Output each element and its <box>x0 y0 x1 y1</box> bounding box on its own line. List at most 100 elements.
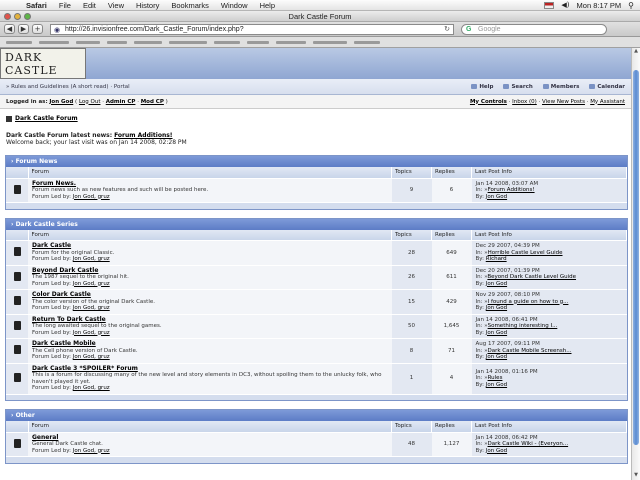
last-post-author-link[interactable]: Jon God <box>486 330 507 336</box>
forum-read-status-icon <box>13 320 21 330</box>
bookmark-item[interactable] <box>76 40 100 44</box>
bookmark-item[interactable] <box>6 40 32 44</box>
last-post-thread-link[interactable]: Dark Castle Mobile Screensh... <box>488 348 572 354</box>
admin-cp-link[interactable]: Admin CP <box>106 99 136 105</box>
search-link[interactable]: Search <box>503 84 533 90</box>
vertical-scrollbar[interactable]: ▲ ▼ <box>631 48 640 480</box>
last-post-author-link[interactable]: Jon God <box>486 281 507 287</box>
bookmark-item[interactable] <box>247 40 269 44</box>
inbox-link[interactable]: Inbox (0) <box>512 99 537 105</box>
breadcrumb-home-link[interactable]: Dark Castle Forum <box>15 115 78 122</box>
moderators-link[interactable]: Jon God, gruz <box>73 448 110 454</box>
last-post-author-link[interactable]: Jon God <box>486 448 507 454</box>
last-post-author-link[interactable]: Jon God <box>486 382 507 388</box>
last-post-thread-link[interactable]: I found a guide on how to g... <box>488 299 569 305</box>
moderators-link[interactable]: Jon God, gruz <box>73 281 110 287</box>
add-bookmark-button[interactable]: + <box>32 24 43 34</box>
last-post-cell: Nov 29 2007, 08:10 PM In: »I found a guid… <box>471 289 627 314</box>
menu-view[interactable]: View <box>102 1 130 10</box>
forum-status-cell <box>6 313 28 339</box>
moderators-link[interactable]: Jon God, gruz <box>73 330 110 336</box>
last-post-thread-link[interactable]: Rules <box>488 375 503 381</box>
scroll-up-arrow-icon[interactable]: ▲ <box>632 48 640 56</box>
reload-icon[interactable]: ↻ <box>444 25 450 34</box>
scroll-down-arrow-icon[interactable]: ▼ <box>632 472 640 480</box>
forum-name-link[interactable]: General <box>32 434 58 441</box>
header-topics: Topics <box>391 229 432 241</box>
forward-button[interactable]: ▶ <box>18 24 29 34</box>
last-post-thread-link[interactable]: Forum Additions! <box>488 187 535 193</box>
menu-app[interactable]: Safari <box>20 1 53 10</box>
forum-name-link[interactable]: Forum News. <box>32 180 76 187</box>
user-bar: Logged in as: Jon God ( Log Out · Admin … <box>0 95 631 109</box>
forum-name-link[interactable]: Color Dark Castle <box>32 291 91 298</box>
username-link[interactable]: Jon God <box>49 99 73 105</box>
back-button[interactable]: ◀ <box>4 24 15 34</box>
forum-name-link[interactable]: Dark Castle 3 *SPOILER* Forum <box>32 365 138 372</box>
last-post-thread-link[interactable]: Dark Castle Wiki - (Everyon... <box>488 441 569 447</box>
forum-name-link[interactable]: Dark Castle Mobile <box>32 340 96 347</box>
menubar-clock[interactable]: Mon 8:17 PM <box>577 1 622 10</box>
last-post-author-link[interactable]: Richard <box>486 256 507 262</box>
zoom-window-icon[interactable] <box>24 13 31 20</box>
menu-help[interactable]: Help <box>254 1 281 10</box>
scroll-thumb[interactable] <box>633 70 639 445</box>
moderators-link[interactable]: Jon God, gruz <box>73 305 110 311</box>
menu-file[interactable]: File <box>53 1 77 10</box>
help-link[interactable]: Help <box>471 84 493 90</box>
moderators-link[interactable]: Jon God, gruz <box>73 256 110 262</box>
volume-icon[interactable]: ◀) <box>561 1 569 9</box>
search-field[interactable]: G Google <box>461 23 607 35</box>
moderators-link[interactable]: Jon God, gruz <box>73 194 110 200</box>
category-block: › Dark Castle Series Forum Topics Replies La… <box>5 217 628 401</box>
category-header[interactable]: › Other <box>6 410 627 421</box>
bookmark-item[interactable] <box>39 40 69 44</box>
forum-logo[interactable]: DARK CASTLE <box>0 48 86 79</box>
category-header[interactable]: › Dark Castle Series <box>6 218 627 230</box>
bookmark-item[interactable] <box>313 40 347 44</box>
new-posts-link[interactable]: View New Posts <box>542 99 585 105</box>
forum-name-link[interactable]: Dark Castle <box>32 242 71 249</box>
forum-name-link[interactable]: Return To Dark Castle <box>32 316 106 323</box>
table-header-row: Forum Topics Replies Last Post Info <box>6 167 627 178</box>
menu-edit[interactable]: Edit <box>77 1 102 10</box>
logout-link[interactable]: Log Out <box>79 99 101 105</box>
members-link[interactable]: Members <box>542 84 579 90</box>
header-icon-cell <box>6 421 29 432</box>
menu-window[interactable]: Window <box>215 1 254 10</box>
moderators-link[interactable]: Jon God, gruz <box>73 385 110 391</box>
portal-link[interactable]: Portal <box>114 84 130 90</box>
last-post-thread-link[interactable]: Something interesting I... <box>488 323 558 329</box>
last-post-author-link[interactable]: Jon God <box>486 354 507 360</box>
bookmark-item[interactable] <box>276 40 306 44</box>
forum-cell: Color Dark Castle The color version of th… <box>28 289 392 314</box>
input-flag-icon[interactable] <box>544 1 555 9</box>
forum-led-label: Forum Led by: <box>32 447 71 454</box>
assistant-link[interactable]: My Assistant <box>590 99 625 105</box>
calendar-link[interactable]: Calendar <box>589 84 625 90</box>
forum-table: Forum Topics Replies Last Post Info Dark Cas… <box>6 229 627 400</box>
moderators-link[interactable]: Jon God, gruz <box>73 354 110 360</box>
bookmark-item[interactable] <box>214 40 240 44</box>
bookmark-item[interactable] <box>169 40 207 44</box>
menu-history[interactable]: History <box>130 1 165 10</box>
last-post-thread-link[interactable]: Beyond Dark Castle Level Guide <box>487 274 576 280</box>
bookmark-item[interactable] <box>354 40 380 44</box>
last-post-author-link[interactable]: Jon God <box>486 305 507 311</box>
last-post-thread-link[interactable]: Horrible Castle Level Guide <box>488 250 563 256</box>
forum-status-cell <box>6 240 28 265</box>
last-post-author-link[interactable]: Jon God <box>486 194 507 200</box>
bookmark-item[interactable] <box>134 40 162 44</box>
category-header[interactable]: › Forum News <box>6 156 627 167</box>
minimize-window-icon[interactable] <box>14 13 21 20</box>
close-window-icon[interactable] <box>4 13 11 20</box>
mod-cp-link[interactable]: Mod CP <box>141 99 164 105</box>
my-controls-link[interactable]: My Controls <box>470 99 507 105</box>
address-bar[interactable]: ◉ http://26.invisionfree.com/Dark_Castle… <box>50 23 454 35</box>
spotlight-icon[interactable]: ⚲ <box>628 1 634 10</box>
news-link[interactable]: Forum Additions! <box>114 132 172 139</box>
rules-link[interactable]: Rules and Guidelines (A short read) <box>11 84 108 90</box>
forum-name-link[interactable]: Beyond Dark Castle <box>32 267 98 274</box>
bookmark-item[interactable] <box>107 40 127 44</box>
menu-bookmarks[interactable]: Bookmarks <box>165 1 215 10</box>
